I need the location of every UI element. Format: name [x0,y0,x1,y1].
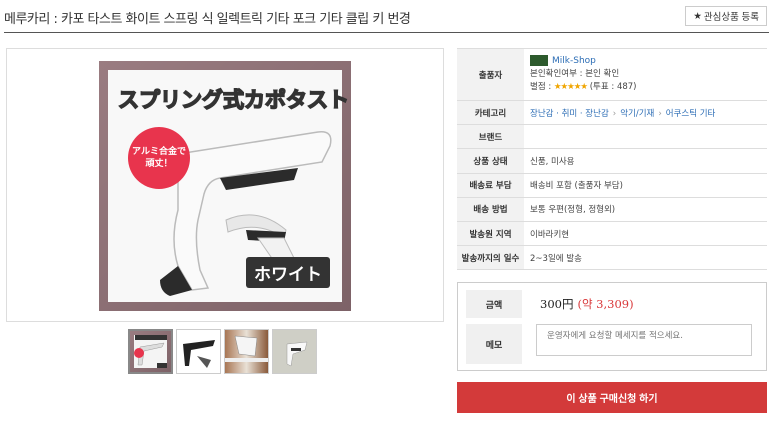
ship-days-row: 발송까지의 일수 2~3일에 발송 [457,245,767,271]
category-link-3[interactable]: 어쿠스틱 기타 [666,109,716,119]
purchase-box: 금액 300円 (약 3,309) 메모 [457,282,767,371]
category-link-1[interactable]: 장난감 · 취미 · 장난감 [530,109,609,119]
ship-days-label: 발송까지의 일수 [457,245,524,271]
header-divider [4,32,769,33]
thumbnail-2[interactable] [176,329,221,374]
shipping-method-label: 배송 방법 [457,196,524,222]
price-label: 금액 [466,290,522,318]
price-row: 금액 300円 (약 3,309) [466,290,758,318]
color-label: ホワイト [246,257,330,288]
seller-name-link[interactable]: Milk-Shop [552,56,596,66]
seller-rating: 별점 : ★★★★★ (투표 : 487) [530,82,637,92]
thumbnail-4[interactable] [272,329,317,374]
feature-badge: アルミ合金で頑丈！ [128,127,190,189]
wishlist-button[interactable]: ★ 관심상품 등록 [685,6,767,26]
seller-row: 출품자 Milk-Shop 본인확인여부 : 본인 확인 별점 : ★★★★★ … [457,48,767,101]
wishlist-label: 관심상품 등록 [703,12,759,23]
main-product-image[interactable]: スプリング式カポタスト アルミ合金で頑丈！ ホワイト [6,48,444,322]
brand-value [524,124,767,150]
seller-verified: 본인확인여부 : 본인 확인 [530,69,620,79]
shipping-fee-value: 배송비 포함 (출품자 부담) [524,172,767,198]
buy-request-button[interactable]: 이 상품 구매신청 하기 [457,382,767,413]
category-separator: › [658,108,662,119]
shipping-fee-row: 배송료 부담 배송비 포함 (출품자 부담) [457,172,767,198]
thumbnail-1[interactable] [128,329,173,374]
thumbnail-strip [128,329,317,374]
page-title: 메루카리 : 카포 타스트 화이트 스프링 식 일렉트릭 기타 포크 기타 클립… [4,12,411,27]
rating-stars: ★★★★★ [553,82,588,92]
category-row: 카테고리 장난감 · 취미 · 장난감 › 악기/기재 › 어쿠스틱 기타 [457,99,767,126]
seller-label: 출품자 [457,48,524,101]
shipping-method-value: 보통 우편(정형, 정형외) [524,196,767,222]
star-icon: ★ [693,10,702,22]
shipping-method-row: 배송 방법 보통 우편(정형, 정형외) [457,196,767,222]
memo-input[interactable] [536,324,752,356]
origin-label: 발송원 지역 [457,220,524,247]
product-photo-frame: スプリング式カポタスト アルミ合金で頑丈！ ホワイト [99,61,351,311]
origin-value: 이바라키현 [524,220,767,247]
thumbnail-3[interactable] [224,329,269,374]
brand-label: 브랜드 [457,124,524,150]
price-value: 300円 (약 3,309) [522,290,634,318]
category-link-2[interactable]: 악기/기재 [620,109,654,119]
memo-row: 메모 [466,324,758,364]
price-yen: 300円 [540,297,574,311]
product-info-table: 출품자 Milk-Shop 본인확인여부 : 본인 확인 별점 : ★★★★★ … [457,48,767,271]
origin-row: 발송원 지역 이바라키현 [457,220,767,247]
condition-value: 신품, 미사용 [524,148,767,174]
shipping-fee-label: 배송료 부담 [457,172,524,198]
condition-row: 상품 상태 신품, 미사용 [457,148,767,174]
ship-days-value: 2~3일에 발송 [524,245,767,271]
price-krw: (약 3,309) [577,297,634,311]
condition-label: 상품 상태 [457,148,524,174]
seller-logo [530,55,548,66]
category-separator: › [612,108,617,119]
memo-label: 메모 [466,324,522,364]
category-label: 카테고리 [457,99,524,126]
brand-row: 브랜드 [457,124,767,150]
